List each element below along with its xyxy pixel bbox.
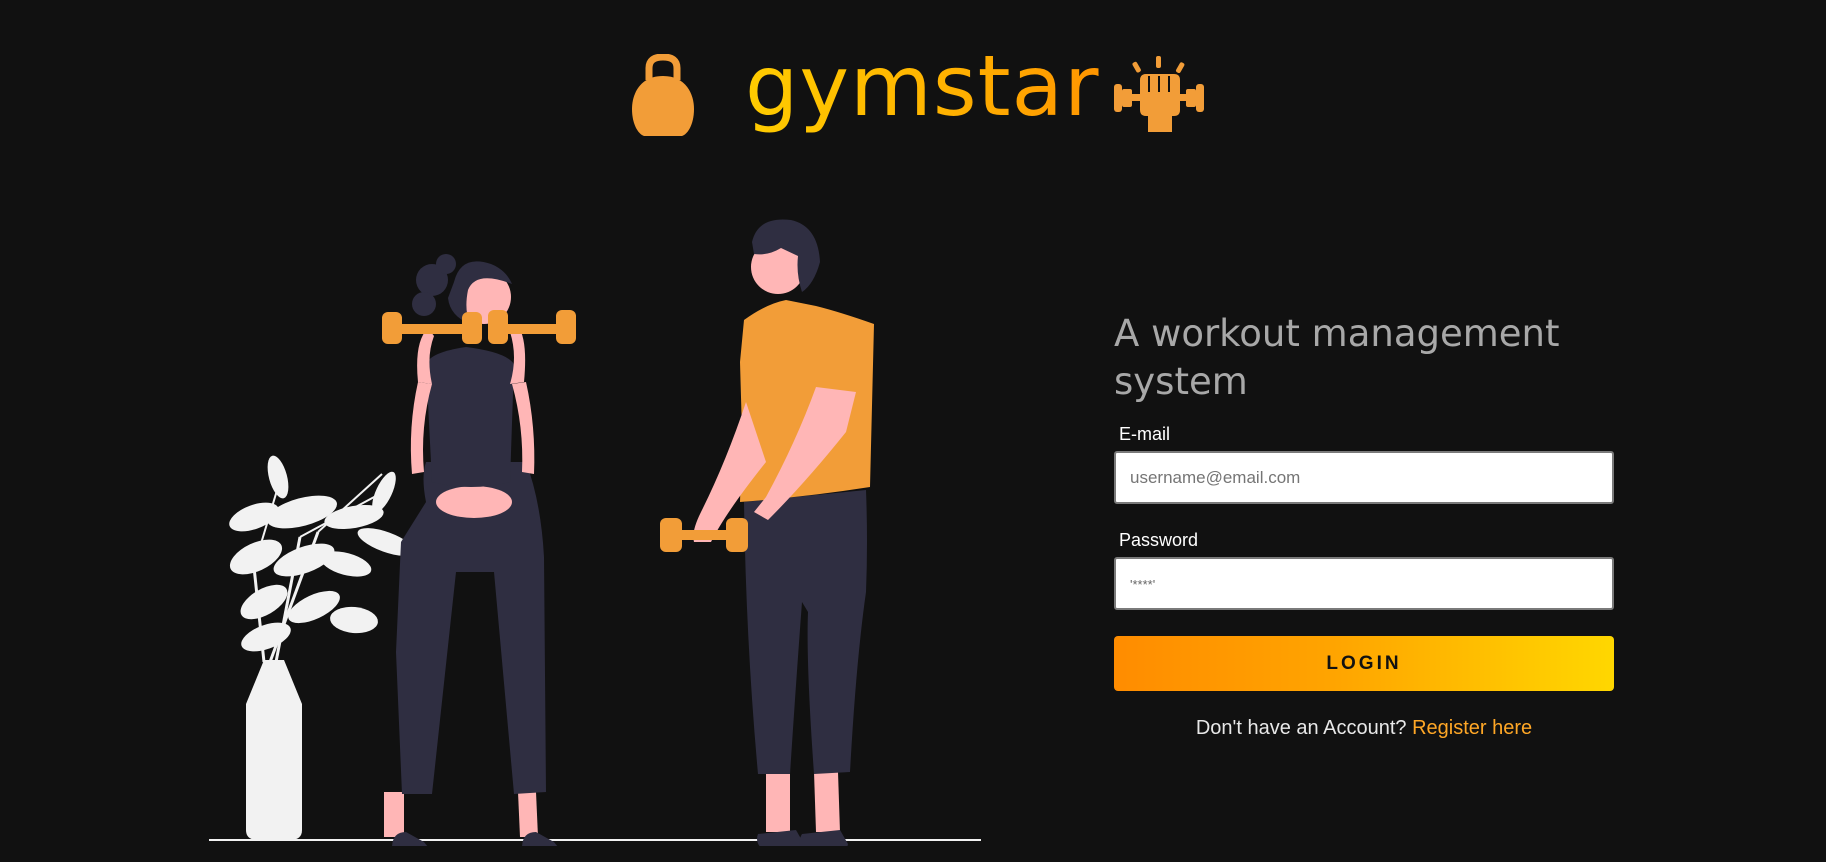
login-panel: A workout management system E-mail Passw… — [1114, 310, 1614, 740]
register-prompt: Don't have an Account? — [1195, 717, 1407, 739]
login-page: gymstar A workout management system E-ma… — [0, 0, 1826, 862]
woman-figure — [382, 254, 576, 846]
workout-illustration — [209, 219, 981, 846]
potted-plant — [229, 455, 415, 840]
kettlebell-icon — [632, 54, 694, 136]
fist-dumbbell-icon — [1114, 56, 1204, 132]
register-prompt-row: Don't have an Account? Register here — [1114, 717, 1614, 740]
password-field[interactable] — [1114, 557, 1614, 610]
register-link[interactable]: Register here — [1412, 717, 1532, 739]
email-label: E-mail — [1119, 424, 1171, 444]
password-label: Password — [1119, 530, 1199, 550]
brand-logo: gymstar — [745, 37, 1100, 135]
email-field[interactable] — [1114, 451, 1614, 504]
man-figure — [660, 219, 874, 846]
login-button[interactable]: LOGIN — [1114, 636, 1614, 691]
tagline: A workout management system — [1114, 312, 1560, 403]
header: gymstar — [0, 37, 1826, 150]
